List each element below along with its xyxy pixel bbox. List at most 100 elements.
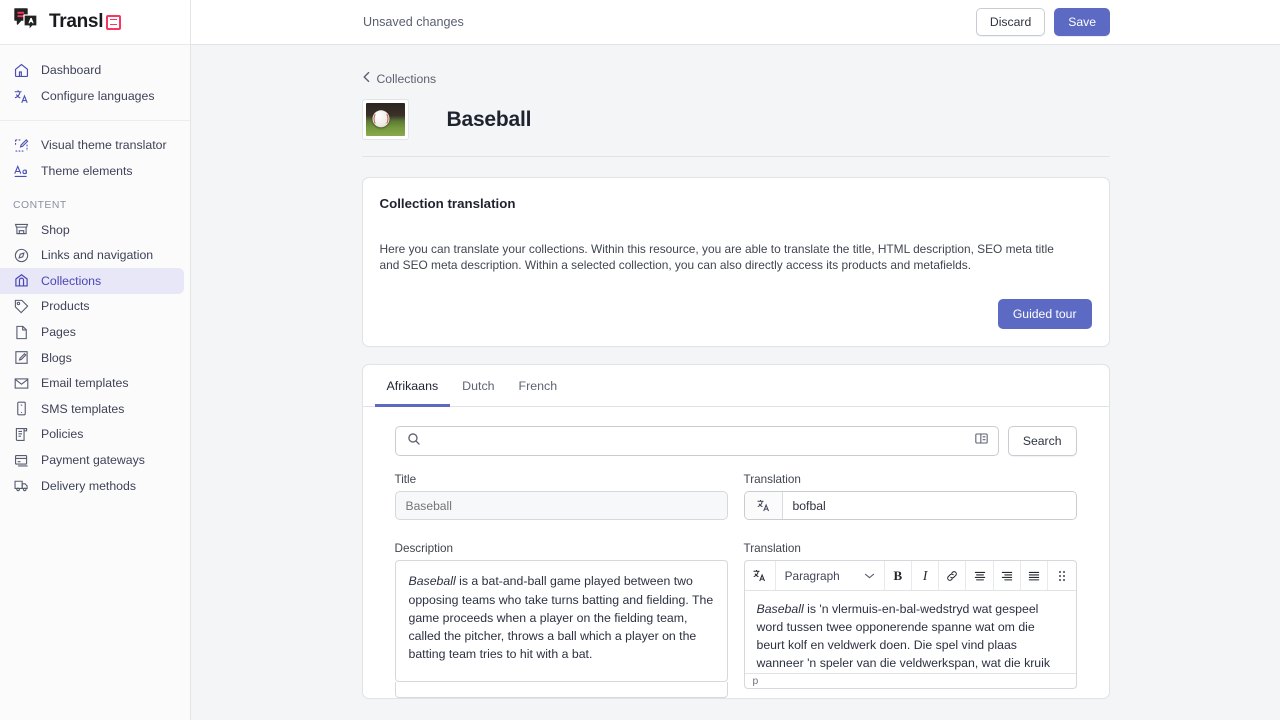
editor-status-bar: p [744, 673, 1076, 688]
sidebar-item-delivery-methods[interactable]: Delivery methods [0, 473, 184, 499]
sidebar: Transl Dashboard Configure languages Vis… [0, 0, 191, 720]
chevron-down-icon [864, 569, 875, 583]
blog-pencil-icon [13, 349, 30, 366]
home-icon [13, 62, 30, 79]
italic-button[interactable]: I [912, 561, 940, 591]
block-format-select[interactable]: Paragraph [776, 561, 885, 591]
title-translation-wrapper [743, 491, 1077, 521]
sidebar-item-label: SMS templates [41, 401, 125, 416]
top-bar: Unsaved changes Discard Save [191, 0, 1280, 45]
translation-lead: Baseball [756, 602, 804, 617]
sidebar-item-configure-languages[interactable]: Configure languages [0, 83, 184, 109]
typography-icon [13, 163, 30, 180]
policy-scroll-icon [13, 426, 30, 443]
drag-dots-icon[interactable] [1048, 561, 1075, 590]
description-source-lead: Baseball [408, 574, 456, 589]
search-row: Search [363, 407, 1109, 457]
translation-panel: Afrikaans Dutch French Search Title Base… [361, 364, 1110, 700]
sidebar-item-email-templates[interactable]: Email templates [0, 371, 184, 397]
tag-icon [13, 298, 30, 315]
payment-card-icon [13, 452, 30, 469]
sidebar-item-dashboard[interactable]: Dashboard [0, 57, 184, 83]
align-left-icon[interactable] [966, 561, 994, 591]
title-translation-input[interactable] [782, 492, 1076, 520]
translate-bubbles-icon [14, 8, 41, 36]
app-root: Transl Dashboard Configure languages Vis… [0, 0, 1280, 720]
tab-afrikaans[interactable]: Afrikaans [374, 365, 451, 408]
sidebar-item-payment-gateways[interactable]: Payment gateways [0, 447, 184, 473]
description-field-row: Description Baseball is a bat-and-ball g… [394, 542, 1077, 699]
sidebar-item-label: Email templates [41, 376, 129, 391]
breadcrumb[interactable]: Collections [362, 71, 1110, 86]
breadcrumb-label: Collections [376, 71, 437, 86]
collection-icon [13, 272, 30, 289]
description-label: Description [394, 542, 453, 556]
search-icon [407, 432, 421, 451]
description-translation-col: Translation Paragraph B I Baseball is 'n… [743, 542, 1077, 698]
page-title: Baseball [446, 107, 532, 131]
truck-icon [13, 477, 30, 494]
title-field-row: Title Translation [394, 473, 1077, 521]
chevron-left-icon [362, 71, 371, 86]
language-tabs: Afrikaans Dutch French [362, 365, 1109, 408]
discard-button[interactable]: Discard [975, 7, 1046, 37]
sidebar-item-theme-elements[interactable]: Theme elements [0, 158, 184, 184]
store-icon [13, 221, 30, 238]
translation-fields: Title Translation [363, 456, 1109, 699]
rich-text-editor: Paragraph B I Baseball is 'n vlermuis-en… [743, 560, 1077, 690]
sidebar-item-label: Dashboard [41, 62, 102, 77]
sidebar-item-visual-theme-translator[interactable]: Visual theme translator [0, 132, 184, 158]
title-translation-label: Translation [743, 473, 801, 487]
guided-tour-button[interactable]: Guided tour [997, 299, 1092, 330]
brand-name: Transl [49, 11, 122, 33]
sidebar-item-shop[interactable]: Shop [0, 217, 184, 243]
translate-icon[interactable] [745, 561, 776, 591]
sidebar-item-pages[interactable]: Pages [0, 319, 184, 345]
sidebar-group-theme: Visual theme translator Theme elements [0, 120, 190, 184]
description-source-footer [394, 682, 728, 699]
link-icon[interactable] [939, 561, 967, 591]
title-source-input[interactable] [394, 491, 728, 521]
sidebar-section-title: CONTENT [13, 200, 67, 211]
translate-icon [13, 88, 30, 105]
title-translation-col: Translation [743, 473, 1077, 521]
edit-theme-icon [13, 137, 30, 154]
compass-icon [13, 247, 30, 264]
sidebar-item-label: Links and navigation [41, 248, 154, 263]
align-right-icon[interactable] [994, 561, 1021, 591]
page-content: Collections Baseball Collection translat… [191, 45, 1280, 720]
block-format-label: Paragraph [784, 568, 840, 583]
sidebar-item-sms-templates[interactable]: SMS templates [0, 396, 184, 422]
page-container: Collections Baseball Collection translat… [361, 71, 1110, 700]
main-area: Unsaved changes Discard Save Collections [191, 0, 1280, 720]
description-source-col: Description Baseball is a bat-and-ball g… [394, 542, 728, 699]
card-description: Here you can translate your collections.… [379, 242, 1054, 273]
bold-button[interactable]: B [885, 561, 912, 591]
sidebar-group-primary: Dashboard Configure languages [0, 45, 190, 109]
editor-toolbar: Paragraph B I [744, 561, 1076, 592]
save-button[interactable]: Save [1054, 7, 1110, 37]
sidebar-item-label: Policies [41, 427, 84, 442]
sidebar-item-blogs[interactable]: Blogs [0, 345, 184, 371]
sidebar-item-products[interactable]: Products [0, 294, 184, 320]
editor-content[interactable]: Baseball is 'n vlermuis-en-bal-wedstryd … [745, 591, 1076, 673]
title-source-col: Title [394, 473, 728, 521]
page-title-row: Baseball [361, 99, 1110, 157]
brand-logo[interactable]: Transl [0, 0, 190, 45]
sidebar-item-label: Blogs [41, 350, 72, 365]
sidebar-item-label: Visual theme translator [41, 137, 167, 152]
tab-french[interactable]: French [507, 365, 570, 407]
sidebar-item-collections[interactable]: Collections [0, 268, 184, 294]
tab-dutch[interactable]: Dutch [450, 365, 506, 407]
transl-square-icon [106, 14, 122, 30]
align-justify-icon[interactable] [1021, 561, 1049, 591]
search-input[interactable] [429, 427, 965, 456]
filter-layout-icon[interactable] [974, 431, 989, 451]
sidebar-item-label: Configure languages [41, 88, 155, 103]
translate-icon[interactable] [744, 492, 783, 520]
search-button[interactable]: Search [1007, 426, 1077, 457]
sidebar-item-links-and-navigation[interactable]: Links and navigation [0, 243, 184, 269]
sidebar-item-policies[interactable]: Policies [0, 422, 184, 448]
search-field-wrapper[interactable] [394, 426, 999, 457]
baseball-thumbnail [361, 99, 409, 140]
